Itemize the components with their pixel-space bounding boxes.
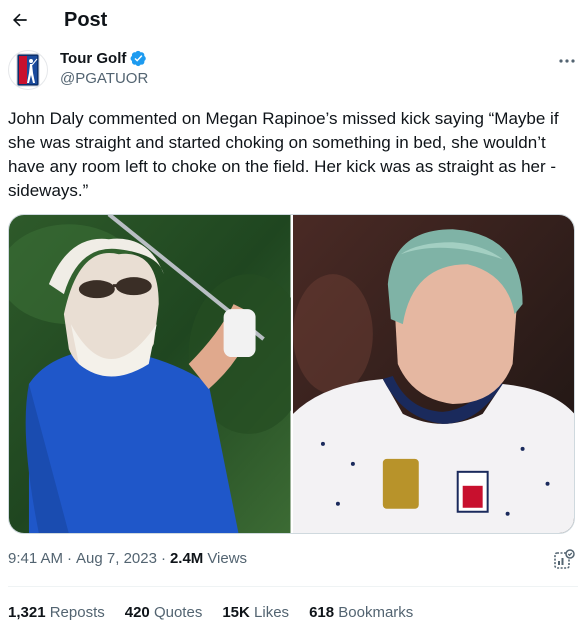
stat-bookmarks[interactable]: 618 Bookmarks	[309, 604, 413, 621]
avatar[interactable]	[8, 50, 48, 90]
author-name-row: Tour Golf	[60, 50, 147, 67]
divider	[8, 586, 578, 587]
soccer-player-image	[292, 215, 574, 533]
photo-golfer[interactable]	[9, 215, 291, 533]
stat-label: Quotes	[153, 604, 203, 621]
author-handle[interactable]: @PGATUOR	[60, 70, 148, 87]
post-date[interactable]: Aug 7, 2023	[76, 550, 157, 567]
tweet-meta: 9:41 AM · Aug 7, 2023 · 2.4M Views	[8, 550, 247, 567]
stat-count: 1,321	[8, 604, 46, 621]
pga-tour-logo	[16, 53, 40, 87]
page-title: Post	[64, 9, 108, 31]
engagement-stats: 1,321 Reposts 420 Quotes 15K Likes 618 B…	[8, 604, 413, 621]
analytics-button[interactable]	[553, 549, 575, 571]
more-horizontal-icon	[559, 59, 575, 63]
post-header: Post	[0, 0, 587, 42]
stat-label: Bookmarks	[338, 604, 414, 621]
photo-soccer-player[interactable]	[292, 215, 574, 533]
meta-separator: ·	[67, 550, 73, 567]
views-count: 2.4M	[169, 550, 204, 567]
verified-badge-icon	[130, 50, 147, 67]
stat-label: Reposts	[49, 604, 105, 621]
arrow-left-icon	[13, 13, 27, 27]
stat-quotes[interactable]: 420 Quotes	[125, 604, 203, 621]
meta-separator: ·	[160, 550, 166, 567]
author-row: Tour Golf @PGATUOR	[8, 46, 578, 92]
back-button[interactable]	[8, 8, 32, 32]
more-button[interactable]	[556, 52, 578, 70]
stat-count: 618	[309, 604, 335, 621]
stat-count: 420	[124, 604, 150, 621]
media-grid	[8, 214, 575, 534]
golfer-image	[9, 215, 291, 533]
stat-likes[interactable]: 15K Likes	[222, 604, 289, 621]
stat-count: 15K	[222, 604, 250, 621]
tweet-text: John Daly commented on Megan Rapinoe’s m…	[8, 109, 559, 200]
analytics-icon	[554, 549, 575, 569]
stat-reposts[interactable]: 1,321 Reposts	[8, 604, 105, 621]
author-name[interactable]: Tour Golf	[60, 50, 126, 67]
post-time[interactable]: 9:41 AM	[8, 550, 63, 567]
stat-label: Likes	[254, 604, 290, 621]
views-label: Views	[207, 550, 248, 567]
